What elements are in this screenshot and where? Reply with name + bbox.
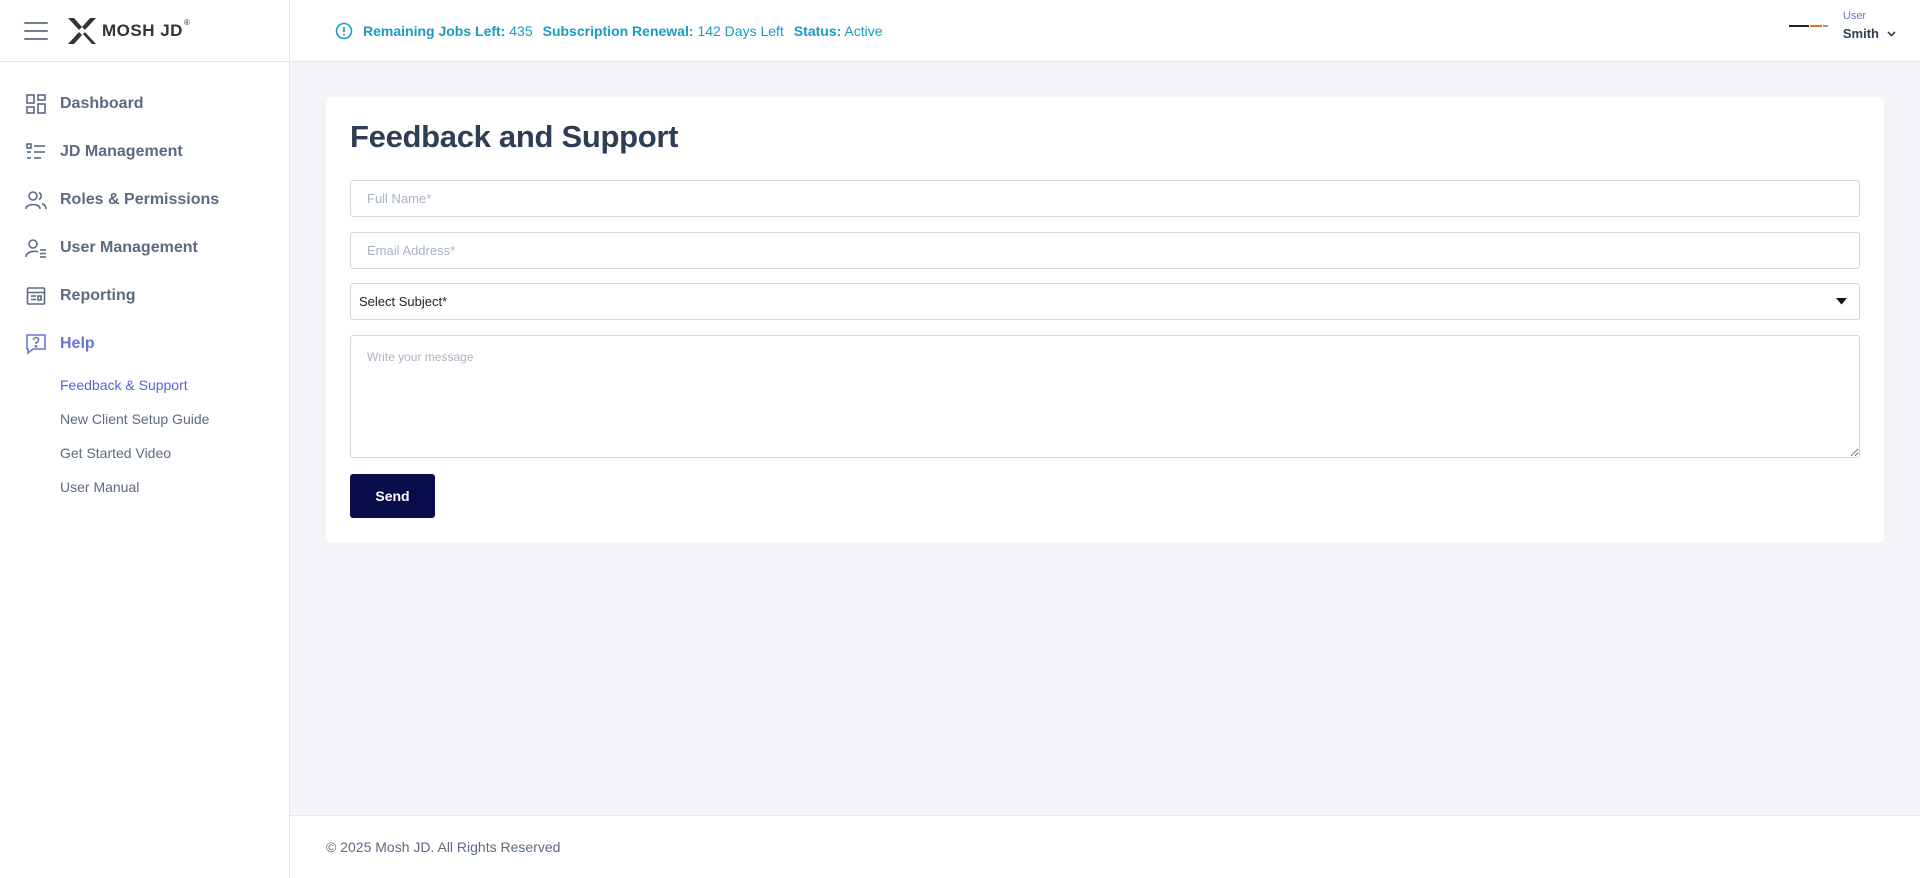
page-title: Feedback and Support [350,119,679,154]
sidebar: MOSH JD ® Dashboard JD Management Roles … [0,0,290,878]
sidebar-item-roles-permissions[interactable]: Roles & Permissions [0,176,289,224]
user-role: User [1842,10,1867,22]
sidebar-item-help[interactable]: Help [0,320,289,368]
help-chat-icon [24,332,48,356]
subnav-item-feedback-support[interactable]: Feedback & Support [60,368,289,402]
remaining-jobs-value: 435 [509,22,533,39]
user-name-row[interactable]: Smith [1843,26,1896,41]
sidebar-item-label: Help [60,335,95,352]
sidebar-item-user-management[interactable]: User Management [0,224,289,272]
top-bar: Remaining Jobs Left: 435 Subscription Re… [290,0,1920,62]
account-status: Status: Active [794,23,883,39]
copyright-text: © 2025 Mosh JD. All Rights Reserved [326,839,561,855]
footer: © 2025 Mosh JD. All Rights Reserved [290,815,1920,878]
message-textarea[interactable] [350,335,1860,458]
email-input[interactable] [350,232,1860,269]
sidebar-item-label: Roles & Permissions [60,191,220,208]
sidebar-nav: Dashboard JD Management Roles & Permissi… [0,62,289,504]
subnav-item-get-started-video[interactable]: Get Started Video [60,436,289,470]
info-alert-icon [335,22,353,39]
status-value: Active [844,22,883,39]
user-name: Smith [1842,26,1879,41]
logo-registered-mark: ® [183,17,190,27]
remaining-jobs-label: Remaining Jobs Left: [363,22,506,39]
renewal-label: Subscription Renewal: [542,22,694,39]
list-icon [24,140,48,164]
logo-mark-icon [68,17,96,44]
users-icon [24,188,48,212]
subnav-item-client-setup-guide[interactable]: New Client Setup Guide [60,402,289,436]
subnav-item-user-manual[interactable]: User Manual [60,470,289,504]
report-icon [24,284,48,308]
company-logo-image [1788,24,1828,27]
subject-select-value: Select Subject* [359,294,448,309]
sidebar-item-label: JD Management [60,143,183,160]
logo-text: MOSH JD [102,20,183,40]
full-name-input[interactable] [350,180,1860,217]
sidebar-item-jd-management[interactable]: JD Management [0,128,289,176]
chevron-down-icon[interactable] [1887,30,1896,37]
company-logo [1788,21,1829,31]
subscription-renewal: Subscription Renewal: 142 Days Left [543,23,784,39]
user-info: User Smith [1843,10,1896,41]
subject-select[interactable]: Select Subject* [350,283,1860,320]
dashboard-grid-icon [24,92,48,116]
dropdown-caret-icon [1836,298,1847,305]
user-list-icon [24,236,48,260]
help-subnav: Feedback & Support New Client Setup Guid… [0,368,289,504]
renewal-value: 142 Days Left [697,22,784,39]
subscription-info: Remaining Jobs Left: 435 Subscription Re… [335,22,893,40]
sidebar-item-dashboard[interactable]: Dashboard [0,80,289,128]
feedback-form-card: Feedback and Support Select Subject* Sen… [326,97,1884,542]
remaining-jobs: Remaining Jobs Left: 435 [363,23,533,39]
sidebar-item-label: Reporting [60,287,136,304]
sidebar-item-label: Dashboard [60,95,144,112]
status-label: Status: [793,22,842,39]
sidebar-header: MOSH JD ® [0,0,289,62]
sidebar-item-label: User Management [60,239,198,256]
send-button[interactable]: Send [350,474,435,518]
menu-toggle-icon[interactable] [24,21,48,40]
sidebar-item-reporting[interactable]: Reporting [0,272,289,320]
user-menu[interactable]: User Smith [1788,10,1896,41]
app-logo[interactable]: MOSH JD ® [66,16,190,46]
